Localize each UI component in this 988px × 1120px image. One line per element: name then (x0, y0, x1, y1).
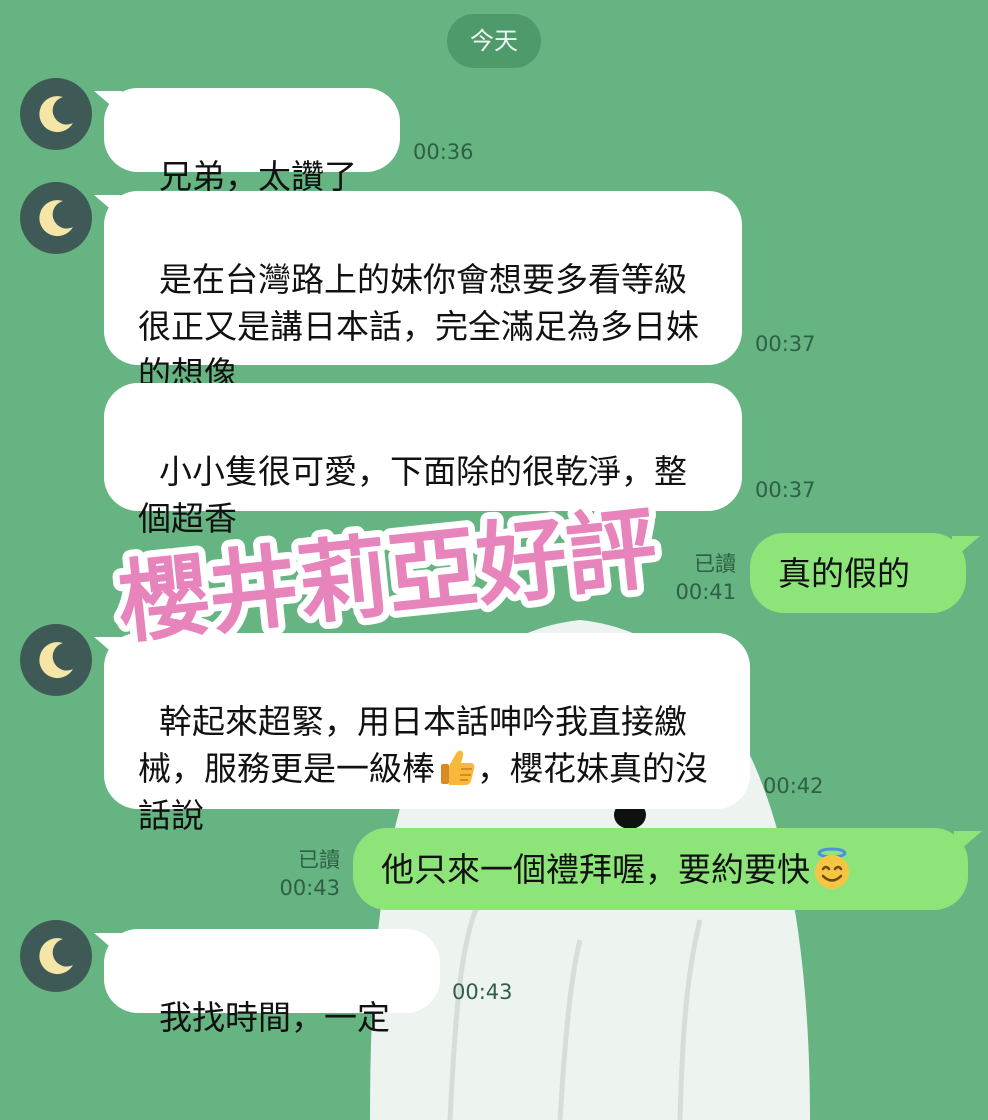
date-separator: 今天 (447, 14, 541, 68)
message-time: 00:42 (763, 774, 824, 798)
bubble-tail (952, 536, 980, 560)
incoming-message-bubble[interactable]: 是在台灣路上的妹你會想要多看等級很正又是講日本話，完全滿足為多日妹的想像 (104, 191, 742, 393)
message-time: 00:43 (279, 876, 340, 900)
moon-icon (39, 642, 73, 679)
message-time: 00:36 (413, 140, 474, 164)
incoming-message-bubble[interactable]: 幹起來超緊，用日本話呻吟我直接繳械，服務更是一級棒 ，櫻花妹真的沒話說 (104, 633, 750, 835)
contact-avatar[interactable] (20, 182, 92, 254)
message-text: 我找時間，一定 (158, 998, 390, 1037)
message-text: 小小隻很可愛，下面除的很乾淨，整個超香 (138, 452, 687, 538)
smiling-halo-icon (815, 847, 849, 889)
message-time: 00:41 (675, 580, 736, 604)
contact-avatar[interactable] (20, 624, 92, 696)
contact-avatar[interactable] (20, 78, 92, 150)
message-time: 00:37 (755, 332, 816, 356)
incoming-message-bubble[interactable]: 我找時間，一定 (104, 929, 440, 1037)
incoming-message-bubble[interactable]: 兄弟，太讚了 (104, 88, 400, 196)
outgoing-message-bubble[interactable]: 他只來一個禮拜喔，要約要快 (353, 828, 968, 910)
bubble-tail (954, 831, 982, 855)
message-text: 他只來一個禮拜喔，要約要快 (381, 849, 810, 889)
message-time: 00:43 (452, 980, 513, 1004)
message-time: 00:37 (755, 478, 816, 502)
contact-avatar[interactable] (20, 920, 92, 992)
moon-icon (39, 938, 73, 975)
incoming-message-bubble[interactable]: 小小隻很可愛，下面除的很乾淨，整個超香 (104, 383, 742, 538)
message-text: 是在台灣路上的妹你會想要多看等級很正又是講日本話，完全滿足為多日妹的想像 (138, 260, 699, 393)
moon-icon (39, 96, 73, 133)
read-receipt: 已讀 (694, 552, 736, 576)
outgoing-message-bubble[interactable]: 真的假的 (750, 533, 966, 613)
date-label: 今天 (470, 27, 518, 55)
moon-icon (39, 200, 73, 237)
message-text: 真的假的 (778, 553, 910, 593)
read-receipt: 已讀 (298, 848, 340, 872)
thumbs-up-icon (441, 750, 475, 785)
